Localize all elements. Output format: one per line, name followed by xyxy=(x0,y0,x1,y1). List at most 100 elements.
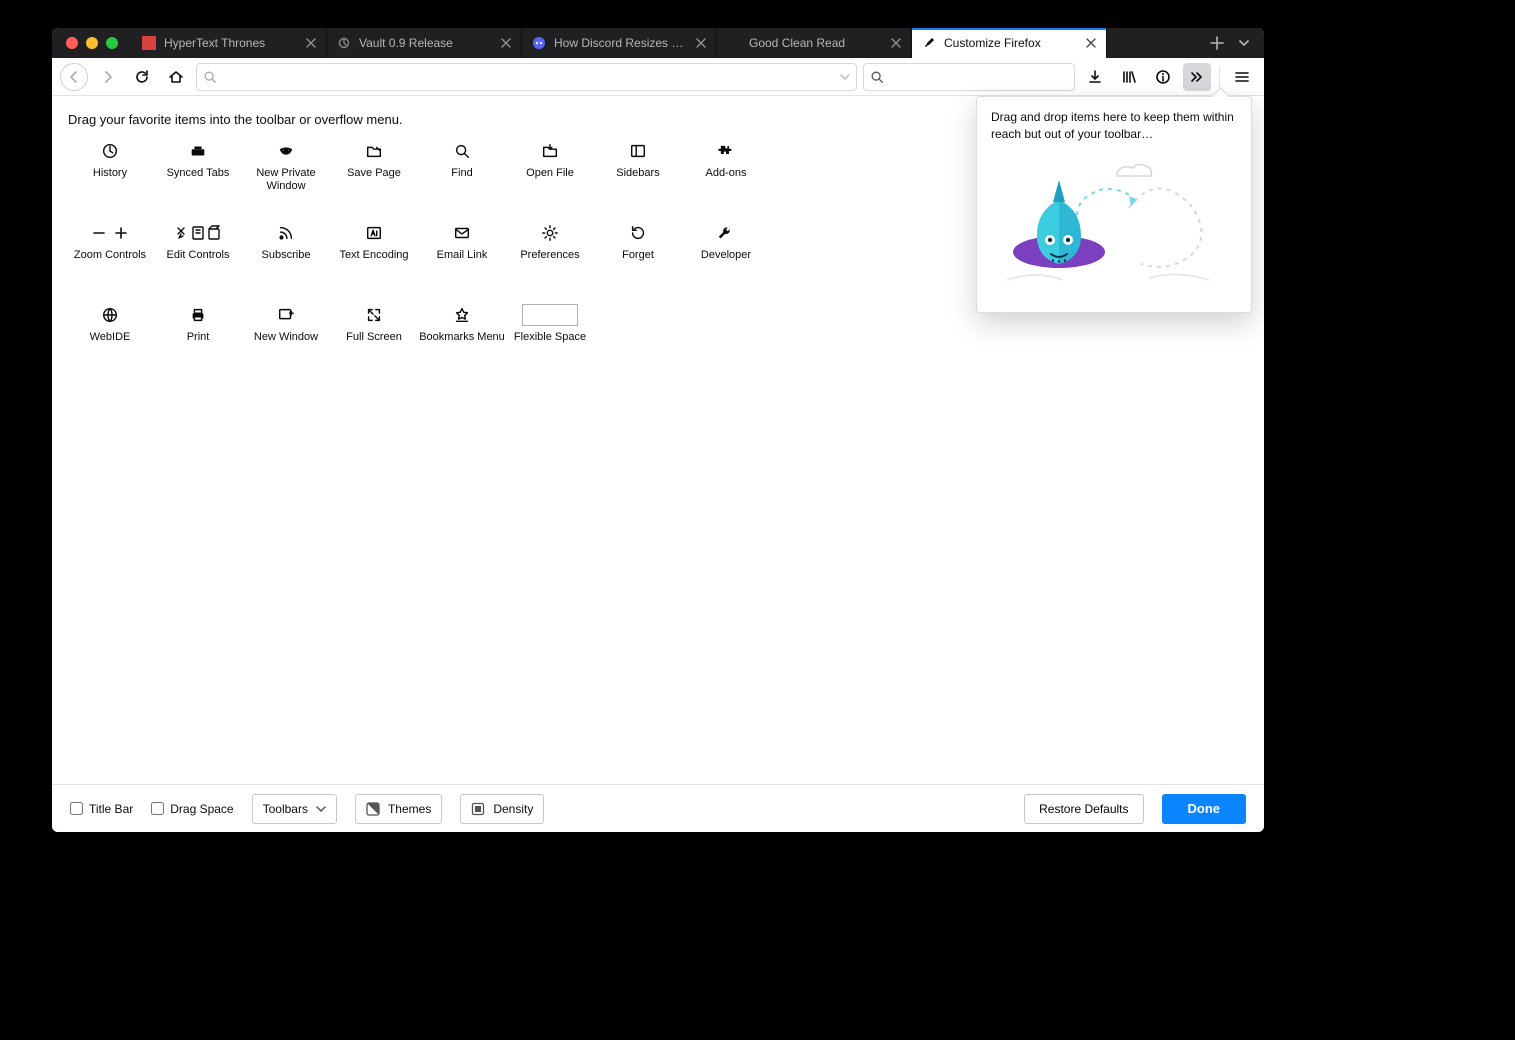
zoom-window-icon[interactable] xyxy=(106,37,118,49)
tab-title: HyperText Thrones xyxy=(164,36,296,50)
tab-2[interactable]: How Discord Resizes 150 Millio xyxy=(522,28,717,58)
tab-title: Customize Firefox xyxy=(944,36,1076,50)
search-icon xyxy=(870,70,884,84)
clock-icon xyxy=(101,139,119,163)
all-tabs-button[interactable] xyxy=(1238,37,1250,49)
new-tab-button[interactable] xyxy=(1210,36,1224,50)
themes-button[interactable]: Themes xyxy=(355,794,442,824)
chevron-down-icon xyxy=(316,804,326,814)
address-bar[interactable] xyxy=(196,63,857,91)
tool-synced-tabs[interactable]: Synced Tabs xyxy=(154,139,242,209)
tool-sidebars[interactable]: Sidebars xyxy=(594,139,682,209)
dropmarker-icon[interactable] xyxy=(840,72,850,82)
tool-preferences[interactable]: Preferences xyxy=(506,221,594,291)
flexible-space xyxy=(522,303,578,327)
density-icon xyxy=(471,802,485,816)
overflow-button[interactable] xyxy=(1183,63,1211,91)
tab-4[interactable]: Customize Firefox xyxy=(912,28,1107,58)
home-button[interactable] xyxy=(162,63,190,91)
close-tab-icon[interactable] xyxy=(889,36,903,50)
tool-zoom[interactable]: Zoom Controls xyxy=(66,221,154,291)
density-button[interactable]: Density xyxy=(460,794,544,824)
tool-label: History xyxy=(93,167,127,180)
tool-webide[interactable]: WebIDE xyxy=(66,303,154,373)
tool-full-screen[interactable]: Full Screen xyxy=(330,303,418,373)
minimize-window-icon[interactable] xyxy=(86,37,98,49)
tool-addons[interactable]: Add-ons xyxy=(682,139,770,209)
search-bar[interactable] xyxy=(863,63,1075,91)
edit-controls-icon xyxy=(174,221,222,245)
back-button[interactable] xyxy=(60,63,88,91)
gear-icon xyxy=(541,221,559,245)
title-bar-label: Title Bar xyxy=(89,802,133,816)
toolbars-select[interactable]: Toolbars xyxy=(252,794,337,824)
close-tab-icon[interactable] xyxy=(499,36,513,50)
tool-label: Preferences xyxy=(520,249,579,262)
tool-label: Forget xyxy=(622,249,654,262)
synced-tabs-icon xyxy=(189,139,207,163)
tool-label: Developer xyxy=(701,249,751,262)
forget-icon xyxy=(629,221,647,245)
overflow-panel[interactable]: Drag and drop items here to keep them wi… xyxy=(976,96,1252,313)
tool-label: Bookmarks Menu xyxy=(419,331,505,344)
search-icon xyxy=(203,70,217,84)
star-menu-icon xyxy=(453,303,471,327)
vault-icon xyxy=(337,36,351,50)
close-tab-icon[interactable] xyxy=(1084,36,1098,50)
address-input[interactable] xyxy=(223,69,834,84)
tool-edit-controls[interactable]: Edit Controls xyxy=(154,221,242,291)
tool-label: Email Link xyxy=(437,249,488,262)
tool-label: Print xyxy=(187,331,210,344)
tool-label: Full Screen xyxy=(346,331,402,344)
tab-3[interactable]: Good Clean Read xyxy=(717,28,912,58)
density-label: Density xyxy=(493,802,533,816)
tool-label: Text Encoding xyxy=(339,249,408,262)
library-button[interactable] xyxy=(1115,63,1143,91)
tab-0[interactable]: HyperText Thrones xyxy=(132,28,327,58)
close-tab-icon[interactable] xyxy=(694,36,708,50)
tool-new-window[interactable]: New Window xyxy=(242,303,330,373)
downloads-button[interactable] xyxy=(1081,63,1109,91)
forward-button[interactable] xyxy=(94,63,122,91)
reload-button[interactable] xyxy=(128,63,156,91)
sidebar-icon xyxy=(629,139,647,163)
close-tab-icon[interactable] xyxy=(304,36,318,50)
tool-forget[interactable]: Forget xyxy=(594,221,682,291)
tool-label: WebIDE xyxy=(90,331,131,344)
tool-label: Zoom Controls xyxy=(74,249,146,262)
overflow-illustration xyxy=(991,160,1237,300)
tool-flexible-space[interactable]: Flexible Space xyxy=(506,303,594,373)
done-button[interactable]: Done xyxy=(1162,794,1247,824)
tool-label: Find xyxy=(451,167,472,180)
tool-subscribe[interactable]: Subscribe xyxy=(242,221,330,291)
tool-text-encoding[interactable]: Text Encoding xyxy=(330,221,418,291)
overflow-tip-text: Drag and drop items here to keep them wi… xyxy=(991,109,1237,144)
rss-icon xyxy=(277,221,295,245)
tool-bookmarks-menu[interactable]: Bookmarks Menu xyxy=(418,303,506,373)
tool-label: Add-ons xyxy=(706,167,747,180)
search-input[interactable] xyxy=(890,69,1068,84)
page-action-button[interactable] xyxy=(1149,63,1177,91)
tool-print[interactable]: Print xyxy=(154,303,242,373)
tool-open-file[interactable]: Open File xyxy=(506,139,594,209)
tool-find[interactable]: Find xyxy=(418,139,506,209)
title-bar-checkbox[interactable]: Title Bar xyxy=(70,802,133,816)
tool-history[interactable]: History xyxy=(66,139,154,209)
puzzle-icon xyxy=(717,139,735,163)
text-encoding-icon xyxy=(365,221,383,245)
app-menu-button[interactable] xyxy=(1228,63,1256,91)
tab-actions xyxy=(1196,28,1264,58)
restore-defaults-button[interactable]: Restore Defaults xyxy=(1024,794,1143,824)
tool-developer[interactable]: Developer xyxy=(682,221,770,291)
tab-strip: HyperText Thrones Vault 0.9 ReleaseHow Di… xyxy=(52,28,1264,58)
tool-label: Sidebars xyxy=(616,167,659,180)
drag-space-label: Drag Space xyxy=(170,802,233,816)
tool-email-link[interactable]: Email Link xyxy=(418,221,506,291)
tool-private-window[interactable]: New Private Window xyxy=(242,139,330,209)
red-square xyxy=(142,36,156,50)
close-window-icon[interactable] xyxy=(66,37,78,49)
drag-space-checkbox[interactable]: Drag Space xyxy=(151,802,233,816)
navigation-toolbar xyxy=(52,58,1264,96)
tab-1[interactable]: Vault 0.9 Release xyxy=(327,28,522,58)
tool-save-page[interactable]: Save Page xyxy=(330,139,418,209)
